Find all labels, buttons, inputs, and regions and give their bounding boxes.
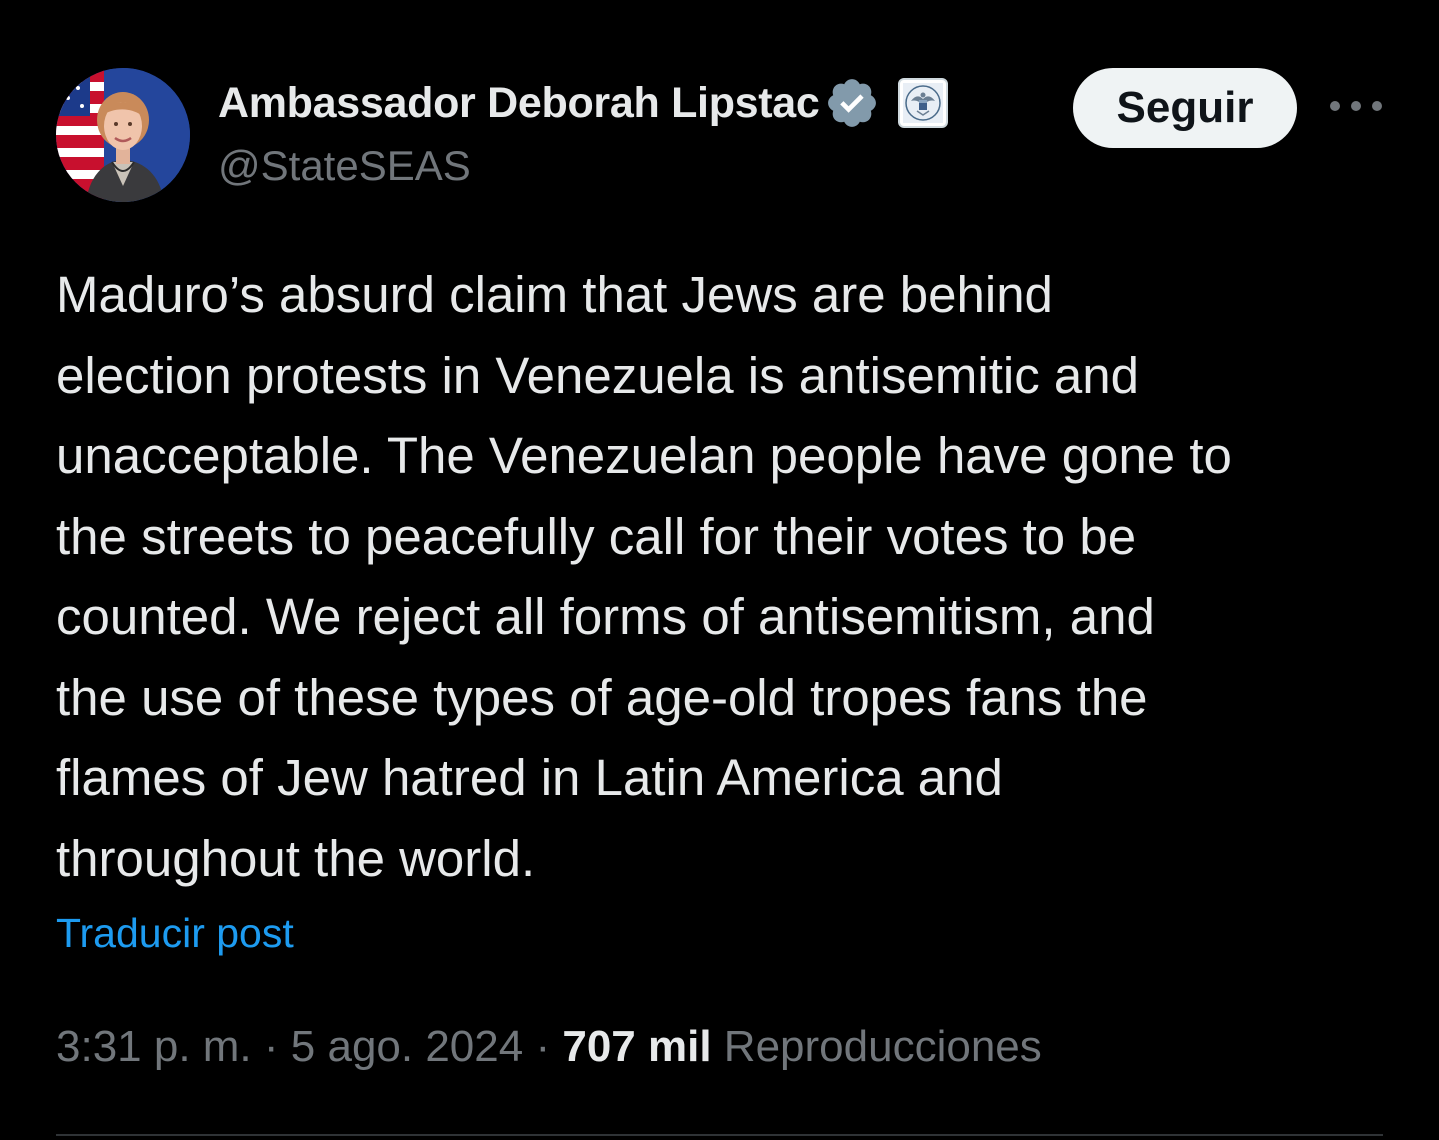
dot (1372, 101, 1382, 111)
avatar-photo (56, 68, 190, 202)
us-state-department-seal-icon[interactable] (897, 78, 948, 128)
verified-badge-icon[interactable] (824, 75, 880, 131)
divider (56, 1134, 1383, 1136)
follow-button[interactable]: Seguir (1073, 68, 1297, 148)
views-count: 707 mil (562, 1022, 712, 1071)
dot (1330, 101, 1340, 111)
post-date[interactable]: 5 ago. 2024 (291, 1022, 523, 1071)
author-display-name[interactable]: Ambassador Deborah Lipstac (218, 79, 820, 128)
post-text: Maduro’s absurd claim that Jews are behi… (56, 266, 1232, 887)
post-meta: 3:31 p. m. · 5 ago. 2024 · 707 mil Repro… (56, 1022, 1042, 1072)
author-handle[interactable]: @StateSEAS (218, 142, 471, 190)
dot (1351, 101, 1361, 111)
post-time[interactable]: 3:31 p. m. (56, 1022, 252, 1071)
translate-post-link[interactable]: Traducir post (56, 910, 294, 957)
more-options-icon[interactable] (1330, 94, 1382, 118)
meta-separator: · (251, 1022, 291, 1071)
eagle-seal-icon (902, 83, 943, 123)
avatar[interactable] (56, 68, 190, 202)
author-name-row: Ambassador Deborah Lipstac (218, 76, 948, 130)
views-label: Reproducciones (723, 1022, 1042, 1071)
tweet-card: Ambassador Deborah Lipstac @StateSEAS Se… (0, 0, 1439, 1140)
meta-separator: · (523, 1022, 563, 1071)
